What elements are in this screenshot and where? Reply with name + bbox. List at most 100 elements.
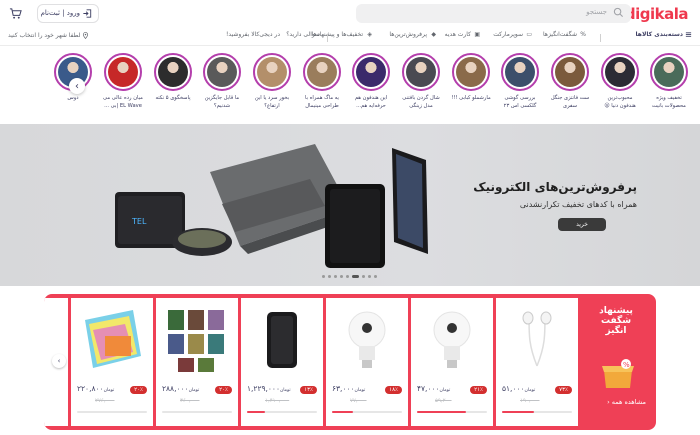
story-ring bbox=[104, 53, 142, 91]
banner-pagination bbox=[322, 275, 377, 278]
story-item[interactable]: مارشملو کبابی !!! bbox=[446, 53, 496, 102]
currency-label: تومان bbox=[279, 388, 291, 393]
view-all-link[interactable]: مشاهده همه ‹ bbox=[607, 398, 646, 406]
sold-progress-fill bbox=[417, 411, 466, 413]
amazing-title: پیشنهاد شگفت انگیز bbox=[588, 306, 644, 336]
banner-dot[interactable] bbox=[322, 275, 325, 278]
old-price: ۷۷,۰۰۰ bbox=[350, 398, 367, 404]
currency-label: تومان bbox=[439, 388, 451, 393]
story-item[interactable]: ما قابل جایگزین شدنیم؟ bbox=[197, 53, 247, 110]
nav-faq[interactable]: سوالی دارید؟ bbox=[286, 31, 320, 38]
digikala-logo[interactable]: digikala bbox=[625, 5, 689, 23]
banner-dot[interactable] bbox=[368, 275, 371, 278]
gift-icon: ▣ bbox=[474, 31, 480, 38]
sold-progress-fill bbox=[332, 411, 353, 413]
hero-banner[interactable]: TEL پرفروش‌ترین‌های الکترونیک همراه با ک… bbox=[0, 124, 700, 286]
nav-categories-label: دسته‌بندی کالاها bbox=[635, 31, 683, 38]
fire-icon: ◆ bbox=[431, 31, 436, 38]
story-item[interactable]: تخفیف ویژه محصولات بانیت bbox=[644, 53, 694, 110]
svg-text:%: % bbox=[623, 361, 630, 369]
amazing-prev-arrow[interactable]: ‹ bbox=[52, 354, 66, 368]
nav-sell[interactable]: در دیجی‌کالا بفروشید! bbox=[226, 31, 280, 38]
percent-icon: % bbox=[580, 31, 586, 38]
product-price: تومان۲۸۸,۰۰۰ bbox=[162, 384, 201, 393]
product-card[interactable]: ۲۰٪ تومان۲۲۰,۸۰۰ ۲۷۶,۰۰۰ bbox=[71, 298, 153, 426]
banner-title: پرفروش‌ترین‌های الکترونیک bbox=[473, 180, 637, 194]
discount-badge: ۱۳٪ bbox=[300, 386, 317, 394]
story-item[interactable]: میان رده عالی می EL Wave |بی ... bbox=[98, 53, 148, 110]
story-item[interactable]: بخور سرد یا این ارتفاع؟ bbox=[247, 53, 297, 110]
sold-progress bbox=[247, 411, 317, 413]
amazing-header[interactable]: پیشنهاد شگفت انگیز % مشاهده همه ‹ bbox=[578, 294, 656, 430]
chevron-left-icon: ‹ bbox=[75, 80, 79, 92]
search-box[interactable]: جستجو bbox=[356, 4, 631, 23]
nav-supermarket[interactable]: ▭ سوپرمارکت bbox=[493, 31, 532, 38]
amazing-title-line: شگفت bbox=[600, 316, 632, 326]
discount-badge: ۲۰٪ bbox=[215, 386, 232, 394]
city-selector[interactable]: لطفا شهر خود را انتخاب کنید bbox=[8, 32, 89, 39]
banner-dot[interactable] bbox=[328, 275, 331, 278]
banner-dot[interactable] bbox=[346, 275, 349, 278]
banner-buy-button[interactable]: خرید bbox=[558, 218, 606, 231]
story-caption-secondary: محصولات بانیت bbox=[652, 103, 686, 109]
nav-divider bbox=[327, 34, 328, 42]
banner-dot[interactable] bbox=[352, 275, 359, 278]
story-item[interactable]: یه ماگ همراه با طراحی مینیمال bbox=[297, 53, 347, 110]
sold-progress bbox=[332, 411, 402, 413]
currency-label: تومان bbox=[524, 388, 536, 393]
nav-gift-card[interactable]: ▣ کارت هدیه bbox=[445, 31, 480, 38]
story-thumbnail bbox=[257, 57, 287, 87]
old-price: ۵۹,۲۰۰ bbox=[435, 398, 452, 404]
story-caption: شال گردن بافتنی bbox=[402, 95, 440, 101]
story-thumbnail bbox=[406, 57, 436, 87]
story-caption-secondary: ارتفاع؟ bbox=[264, 103, 280, 109]
product-card[interactable]: ۱۸٪ تومان۶۳,۰۰۰ ۷۷,۰۰۰ bbox=[326, 298, 408, 426]
product-price: تومان۶۳,۰۰۰ bbox=[332, 384, 367, 393]
stories-strip: تخفیف ویژه محصولات بانیت محبوب‌ترین هندفون … bbox=[0, 46, 700, 124]
nav-categories[interactable]: دسته‌بندی کالاها bbox=[636, 31, 692, 38]
menu-icon bbox=[685, 32, 692, 37]
price-value: ۶۳,۰۰۰ bbox=[332, 384, 355, 393]
story-ring bbox=[352, 53, 390, 91]
story-caption-secondary: طراحی مینیمال bbox=[305, 103, 339, 109]
product-card[interactable]: ۱۳٪ تومان۱,۲۲۹,۰۰۰ ۱,۴۱۰,۰۰۰ bbox=[241, 298, 323, 426]
product-card[interactable]: ۲۰٪ تومان۲۸۸,۰۰۰ ۳۶۰,۰۰۰ bbox=[156, 298, 238, 426]
nav-offers[interactable]: ◈ تخفیف‌ها و پیشنهادها bbox=[312, 31, 372, 38]
discount-badge: ۷۳٪ bbox=[555, 386, 572, 394]
story-item[interactable]: محبوب‌ترین هندفون دنیا 😮 bbox=[595, 53, 645, 110]
banner-dot[interactable] bbox=[374, 275, 377, 278]
story-item[interactable]: این هندفون هم حرفه‌ایه هم... bbox=[346, 53, 396, 110]
banner-dot[interactable] bbox=[334, 275, 337, 278]
nav-bestsellers[interactable]: ◆ پرفروش‌ترین‌ها bbox=[389, 31, 436, 38]
cart-icon[interactable] bbox=[9, 7, 22, 20]
sold-progress bbox=[77, 411, 147, 413]
banner-dot[interactable] bbox=[340, 275, 343, 278]
story-thumbnail bbox=[505, 57, 535, 87]
story-ring bbox=[601, 53, 639, 91]
story-item[interactable]: پاسخگوی ۵ نکته bbox=[148, 53, 198, 102]
product-price: تومان۵۱,۰۰۰ bbox=[502, 384, 537, 393]
story-item[interactable]: ست فانتزی جنگل سفری bbox=[545, 53, 595, 110]
story-item[interactable]: بررسی گوشی گلکسی اس ۲۳ bbox=[495, 53, 545, 110]
stories-next-arrow[interactable]: ‹ bbox=[69, 78, 85, 94]
story-caption: تخفیف ویژه bbox=[656, 95, 682, 101]
story-item[interactable]: شال گردن بافتنی مدل زینگی bbox=[396, 53, 446, 110]
story-ring bbox=[303, 53, 341, 91]
product-image bbox=[504, 306, 570, 374]
product-card[interactable]: ۷۳٪ تومان۵۱,۰۰۰ ۱۹۰,۰۰۰ bbox=[496, 298, 578, 426]
price-value: ۲۸۸,۰۰۰ bbox=[162, 384, 189, 393]
story-ring bbox=[203, 53, 241, 91]
product-price: تومان۴۷,۰۰۰ bbox=[417, 384, 452, 393]
svg-text:TEL: TEL bbox=[131, 217, 147, 226]
product-image bbox=[164, 306, 230, 374]
banner-dot[interactable] bbox=[362, 275, 365, 278]
nav-amazing[interactable]: % شگفت‌انگیزها bbox=[543, 31, 586, 38]
story-caption-secondary: EL Wave |بی ... bbox=[104, 103, 142, 109]
basket-icon: ▭ bbox=[526, 31, 532, 38]
product-card[interactable]: ۲۱٪ تومان۴۷,۰۰۰ ۵۹,۲۰۰ bbox=[411, 298, 493, 426]
login-button[interactable]: ورود | ثبت‌نام bbox=[37, 4, 99, 23]
product-image bbox=[79, 306, 145, 374]
story-item[interactable]: دوس bbox=[48, 53, 98, 102]
sold-progress-fill bbox=[247, 411, 265, 413]
story-ring bbox=[402, 53, 440, 91]
